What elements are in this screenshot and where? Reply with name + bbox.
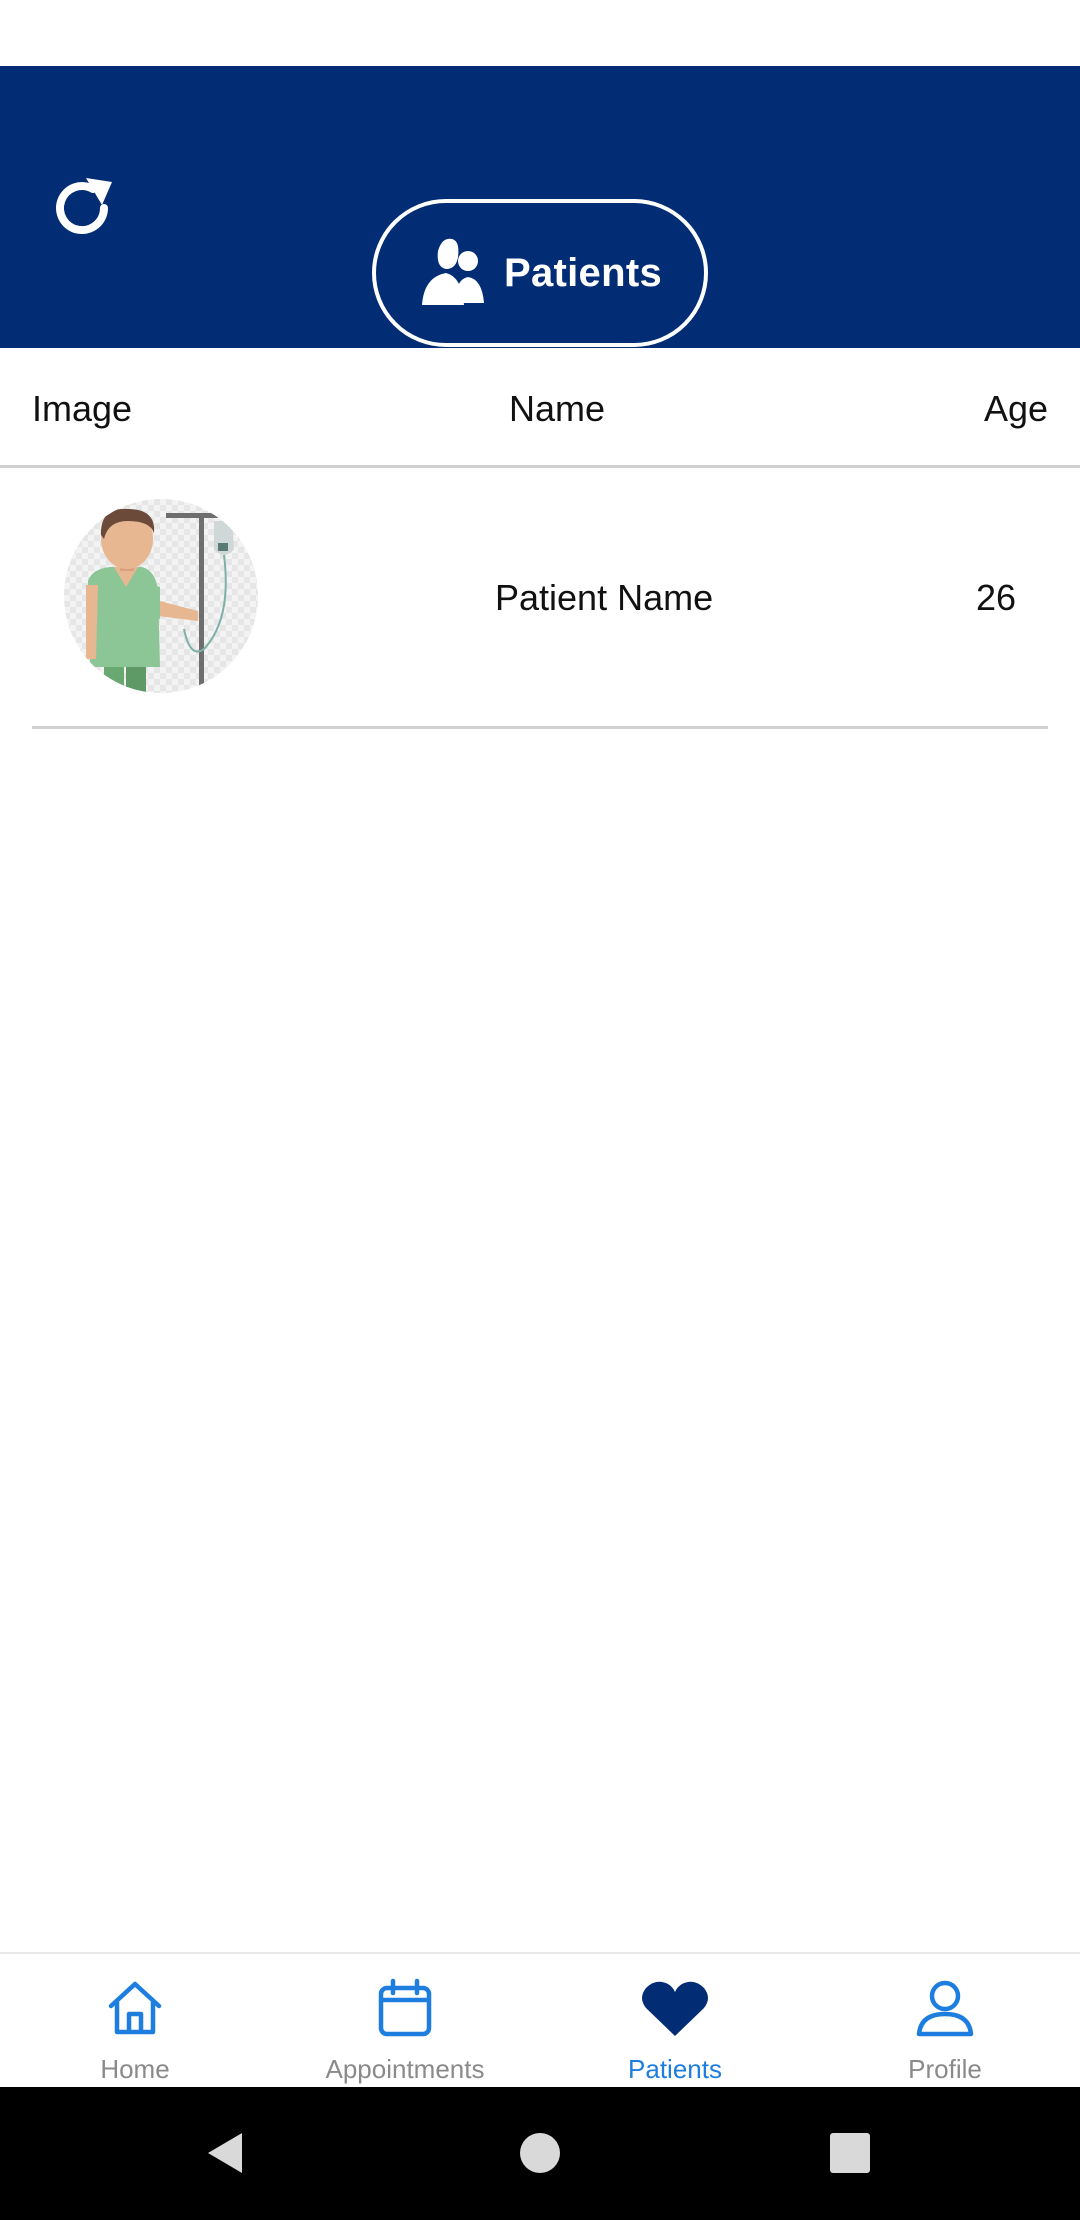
recents-button[interactable] (820, 2125, 880, 2185)
home-system-button[interactable] (510, 2125, 570, 2185)
bottom-nav: Home Appointments Patients Profile (0, 1952, 1080, 2087)
table-header: Image Name Age (0, 348, 1080, 468)
column-header-age: Age (983, 388, 1048, 429)
nav-patients-label: Patients (628, 2054, 722, 2084)
recents-icon (828, 2131, 872, 2180)
home-circle-icon (518, 2131, 562, 2180)
patient-name: Patient Name (495, 577, 714, 618)
refresh-icon (46, 172, 118, 249)
calendar-icon (369, 1972, 441, 2044)
patients-title-pill[interactable]: Patients (372, 199, 708, 347)
patients-group-icon (418, 233, 494, 314)
nav-appointments[interactable]: Appointments (270, 1954, 540, 2087)
status-bar (0, 0, 1080, 66)
nav-patients[interactable]: Patients (540, 1954, 810, 2087)
column-header-image: Image (32, 388, 133, 429)
nav-appointments-label: Appointments (325, 2054, 485, 2084)
user-icon (909, 1972, 981, 2044)
heart-icon (639, 1972, 711, 2044)
app-header: Patients (0, 66, 1080, 348)
nav-home[interactable]: Home (0, 1954, 270, 2087)
patient-age: 26 (975, 577, 1016, 618)
home-icon (99, 1972, 171, 2044)
table-row[interactable]: Patient Name 26 (32, 471, 1048, 729)
system-nav-bar (0, 2087, 1080, 2220)
page-title: Patients (503, 250, 662, 295)
nav-profile[interactable]: Profile (810, 1954, 1080, 2087)
back-icon (202, 2129, 250, 2182)
refresh-button[interactable] (40, 168, 124, 252)
patient-avatar (64, 499, 258, 693)
column-header-name: Name (509, 388, 606, 429)
nav-profile-label: Profile (908, 2054, 982, 2084)
nav-home-label: Home (100, 2054, 170, 2084)
back-button[interactable] (196, 2125, 256, 2185)
